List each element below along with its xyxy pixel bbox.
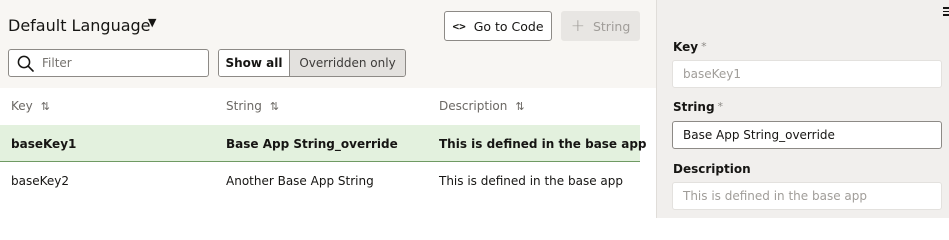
required-mark: * xyxy=(701,40,707,53)
filter-input[interactable] xyxy=(42,56,192,70)
column-header-key[interactable]: Key ⇅ xyxy=(11,99,50,113)
hamburger-icon[interactable] xyxy=(943,7,949,18)
go-to-code-label: Go to Code xyxy=(473,18,544,34)
required-mark: * xyxy=(717,100,724,113)
column-header-description[interactable]: Description ⇅ xyxy=(439,99,525,113)
key-label: Key * xyxy=(673,40,707,54)
string-label-text: String xyxy=(673,100,715,114)
string-label: String * xyxy=(673,100,723,114)
properties-panel: Key* baseKey1 String* Description This i… xyxy=(656,0,949,218)
cell-key: baseKey2 xyxy=(11,174,69,188)
table-header: Key ⇅ String ⇅ Description ⇅ xyxy=(0,88,640,125)
translation-editor: Default Language ▼ <> Go to Code + Strin… xyxy=(0,0,656,218)
caret-down-icon[interactable]: ▼ xyxy=(148,16,156,29)
table-row-selected[interactable]: baseKey1 Base App String_override This i… xyxy=(0,125,647,162)
description-value: This is defined in the base app xyxy=(683,189,867,203)
column-header-label: String xyxy=(226,99,262,113)
column-header-label: Description xyxy=(439,99,508,113)
table-row[interactable]: baseKey2 Another Base App String This is… xyxy=(0,162,640,199)
add-string-button[interactable]: + String xyxy=(561,11,640,41)
cell-description: This is defined in the base app xyxy=(439,174,623,188)
sort-icon[interactable]: ⇅ xyxy=(515,100,524,113)
sort-icon[interactable]: ⇅ xyxy=(270,100,279,113)
code-icon: <> xyxy=(452,19,466,33)
string-input[interactable] xyxy=(683,128,933,142)
view-toggle: Show all Overridden only xyxy=(218,49,406,77)
overridden-only-button[interactable]: Overridden only xyxy=(290,50,405,76)
description-label-text: Description xyxy=(673,162,751,176)
description-label: Description xyxy=(673,162,751,176)
key-value: baseKey1 xyxy=(683,67,741,81)
search-icon xyxy=(17,55,34,72)
column-header-label: Key xyxy=(11,99,33,113)
language-title[interactable]: Default Language xyxy=(8,16,151,35)
add-string-label: String xyxy=(592,18,631,34)
string-field[interactable] xyxy=(672,121,942,149)
cell-string: Another Base App String xyxy=(226,174,374,188)
plus-icon: + xyxy=(570,16,585,36)
cell-key: baseKey1 xyxy=(11,137,77,151)
cell-string: Base App String_override xyxy=(226,137,398,151)
filter-field[interactable] xyxy=(8,49,209,77)
description-field: This is defined in the base app xyxy=(672,182,942,210)
cell-description: This is defined in the base app xyxy=(439,137,647,151)
go-to-code-button[interactable]: <> Go to Code xyxy=(444,11,552,41)
toolbar: Default Language ▼ <> Go to Code + Strin… xyxy=(0,0,656,88)
show-all-button[interactable]: Show all xyxy=(219,50,290,76)
key-field: baseKey1 xyxy=(672,60,942,88)
column-header-string[interactable]: String ⇅ xyxy=(226,99,279,113)
sort-icon[interactable]: ⇅ xyxy=(41,100,50,113)
key-label-text: Key xyxy=(673,40,699,54)
